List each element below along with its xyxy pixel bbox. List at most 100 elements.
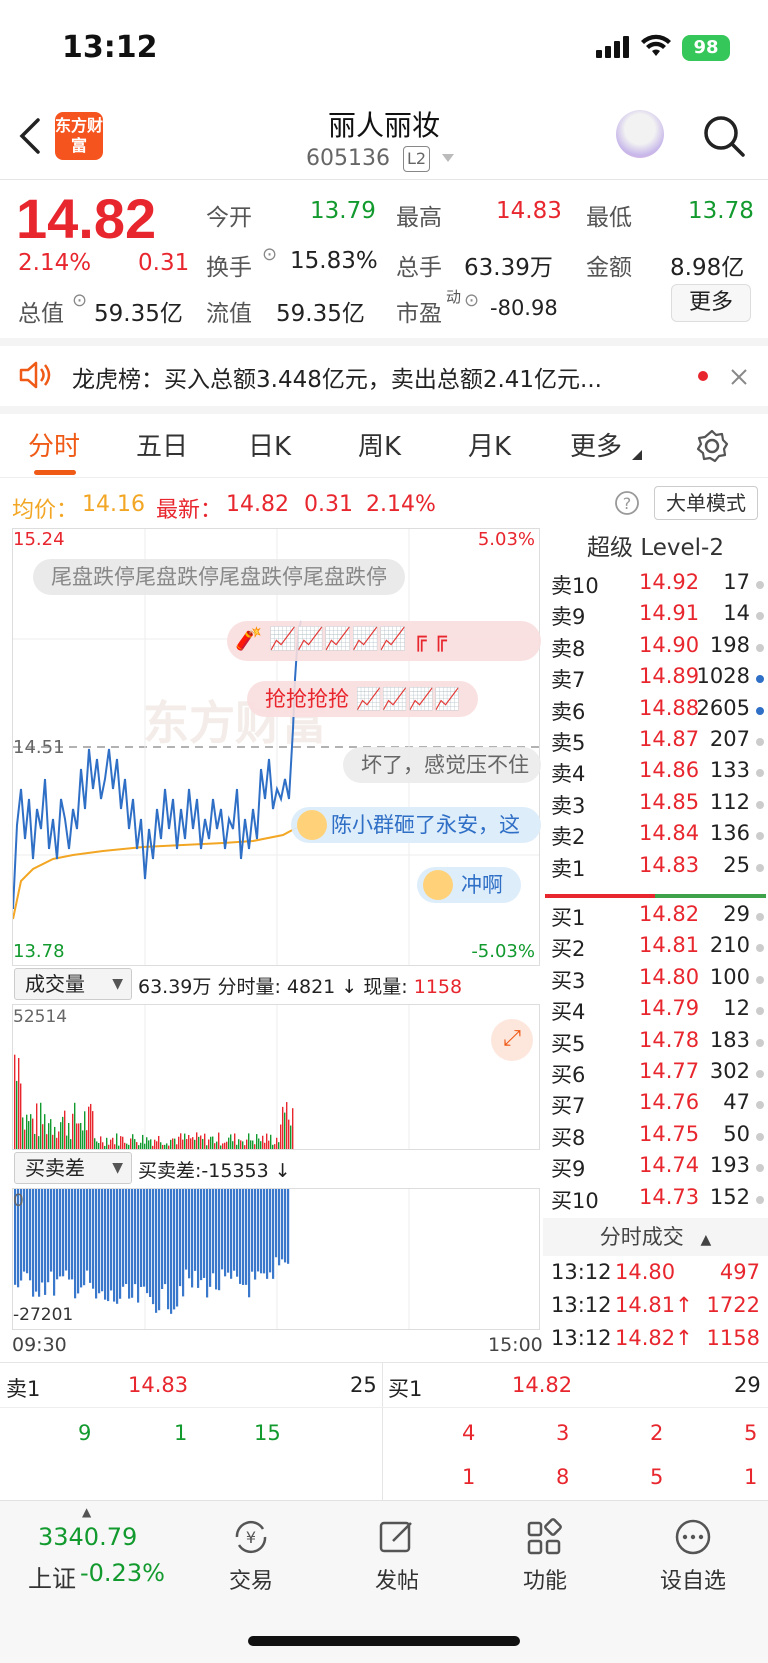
ask-row[interactable]: 卖10 14.92 17 xyxy=(543,570,768,601)
expand-up-icon[interactable]: ▲ xyxy=(82,1505,91,1519)
volume-bar xyxy=(166,1143,168,1149)
volume-bar xyxy=(56,1137,58,1149)
danmaku-bubble[interactable]: 陈小群砸了永安，这 xyxy=(291,807,541,843)
nav-functions[interactable]: 功能 xyxy=(490,1517,600,1595)
min-volume-label: 分时量: xyxy=(217,976,281,998)
tab-more[interactable]: 更多 xyxy=(570,426,622,463)
bid-row[interactable]: 买2 14.81 210 xyxy=(543,933,768,964)
diff-value-label: 买卖差: xyxy=(138,1160,202,1182)
volume-bar xyxy=(34,1133,36,1149)
ask-price: 14.92 xyxy=(639,570,700,594)
volume-bar xyxy=(48,1123,50,1149)
volume-bar xyxy=(84,1111,86,1149)
gear-icon[interactable] xyxy=(694,428,730,464)
danmaku-bubble[interactable]: 尾盘跌停尾盘跌停尾盘跌停尾盘跌停 xyxy=(33,559,405,595)
volume-bar xyxy=(18,1057,20,1149)
volume-bar xyxy=(80,1122,82,1149)
info-dots-icon[interactable]: ⊙ xyxy=(262,244,277,265)
queue-dot-icon xyxy=(756,944,764,953)
bid-row[interactable]: 买8 14.75 50 xyxy=(543,1122,768,1153)
tick-volume: 1158 xyxy=(706,1326,760,1350)
danmaku-bubble[interactable]: 坏了，感觉压不住 xyxy=(343,747,541,783)
bid-volume: 100 xyxy=(709,964,750,989)
diff-bar xyxy=(275,1189,278,1258)
chevron-down-icon[interactable] xyxy=(440,152,456,164)
tab-daily-k[interactable]: 日K xyxy=(248,426,291,463)
volume-bar xyxy=(74,1102,76,1149)
diff-bar xyxy=(224,1189,227,1277)
danmaku-bubble[interactable]: 冲啊 xyxy=(417,867,521,903)
intraday-chart[interactable]: 东方财富 15.24 5.03% 14.51 13.78 -5.03% 尾盘跌停… xyxy=(12,528,541,966)
more-button[interactable]: 更多 xyxy=(671,284,751,322)
nav-post[interactable]: 发帖 xyxy=(342,1517,452,1595)
volume-bar xyxy=(260,1141,262,1149)
dragon-tiger-banner[interactable]: 龙虎榜：买入总额3.448亿元，卖出总额2.41亿元... xyxy=(0,344,768,406)
ask-row[interactable]: 卖6 14.88 2605 xyxy=(543,696,768,727)
help-icon[interactable]: ? xyxy=(614,490,640,516)
robot-avatar-icon[interactable] xyxy=(616,110,664,158)
danmaku-bubble[interactable]: 抢抢抢抢 📈📈📈📈 xyxy=(247,681,479,717)
index-pct[interactable]: -0.23% xyxy=(80,1559,165,1587)
info-dots-icon[interactable]: ⊙ xyxy=(464,290,479,311)
level-badge[interactable]: L2 xyxy=(403,146,431,172)
ask-row[interactable]: 卖3 14.85 112 xyxy=(543,790,768,821)
tab-intraday[interactable]: 分时 xyxy=(28,426,80,463)
time-start: 09:30 xyxy=(12,1334,67,1356)
volume-bar xyxy=(190,1138,192,1149)
grid-icon xyxy=(527,1518,562,1555)
ask-row[interactable]: 卖5 14.87 207 xyxy=(543,727,768,758)
volume-bar xyxy=(248,1133,250,1149)
diff-bar xyxy=(95,1189,98,1299)
diff-indicator-select[interactable]: 买卖差 ▼ xyxy=(14,1152,132,1184)
volume-bar xyxy=(250,1140,252,1149)
danmaku-rocket-bubble[interactable]: 🧨 📈📈📈📈📈 ╔ ╔ xyxy=(227,621,541,661)
expand-icon[interactable]: ⤢ xyxy=(491,1019,533,1061)
info-dots-icon[interactable]: ⊙ xyxy=(72,290,87,311)
queue-dot-icon xyxy=(756,643,764,652)
tab-5day[interactable]: 五日 xyxy=(136,426,188,463)
diff-bar xyxy=(176,1189,179,1307)
ask-row[interactable]: 卖1 14.83 25 xyxy=(543,853,768,884)
quote-panel: 14.82 2.14% 0.31 今开 13.79 最高 14.83 最低 13… xyxy=(0,182,768,338)
volume-bar xyxy=(242,1141,244,1149)
ask-row[interactable]: 卖7 14.89 1028 xyxy=(543,664,768,695)
bid-row[interactable]: 买5 14.78 183 xyxy=(543,1028,768,1059)
index-value[interactable]: 3340.79 xyxy=(38,1523,137,1551)
diff-bar xyxy=(158,1189,161,1311)
ticks-header[interactable]: 分时成交 ▲ xyxy=(543,1218,768,1256)
bid-row[interactable]: 买6 14.77 302 xyxy=(543,1059,768,1090)
volume-bar xyxy=(208,1139,210,1149)
index-name[interactable]: 上证 xyxy=(28,1559,76,1594)
bid-row[interactable]: 买4 14.79 12 xyxy=(543,996,768,1027)
ask-row[interactable]: 卖8 14.90 198 xyxy=(543,633,768,664)
bid-row[interactable]: 买1 14.82 29 xyxy=(543,902,768,933)
bid-row[interactable]: 买3 14.80 100 xyxy=(543,965,768,996)
volume-bar xyxy=(76,1123,78,1149)
volume-bar xyxy=(286,1102,288,1149)
diff-bar xyxy=(185,1189,188,1270)
ask-row[interactable]: 卖9 14.91 14 xyxy=(543,601,768,632)
volume-chart[interactable]: 52514 ⤢ xyxy=(12,1004,540,1150)
search-icon[interactable] xyxy=(702,114,746,158)
ask-queue-item: 9 xyxy=(78,1421,92,1445)
mid-price: 14.51 xyxy=(13,737,65,758)
bid-row[interactable]: 买10 14.73 152 xyxy=(543,1185,768,1216)
buy-sell-diff-chart[interactable]: 0 -27201 xyxy=(12,1188,540,1330)
close-icon[interactable] xyxy=(730,368,748,386)
ask-row[interactable]: 卖4 14.86 133 xyxy=(543,758,768,789)
bottom-price: 13.78 xyxy=(13,941,65,962)
volume-bar xyxy=(152,1145,154,1149)
big-order-mode-button[interactable]: 大单模式 xyxy=(654,486,758,520)
ask-price: 14.88 xyxy=(639,695,700,720)
nav-trade[interactable]: ¥ 交易 xyxy=(196,1517,306,1595)
tab-monthly-k[interactable]: 月K xyxy=(468,426,511,463)
diff-bar xyxy=(53,1189,56,1296)
nav-add-watchlist[interactable]: 设自选 xyxy=(638,1517,748,1595)
bid-row[interactable]: 买9 14.74 193 xyxy=(543,1153,768,1184)
volume-indicator-select[interactable]: 成交量 ▼ xyxy=(14,968,132,1000)
ask-row[interactable]: 卖2 14.84 136 xyxy=(543,821,768,852)
bid-row[interactable]: 买7 14.76 47 xyxy=(543,1090,768,1121)
volume-bar xyxy=(24,1129,26,1149)
volume-bar xyxy=(200,1135,202,1149)
tab-weekly-k[interactable]: 周K xyxy=(358,426,401,463)
